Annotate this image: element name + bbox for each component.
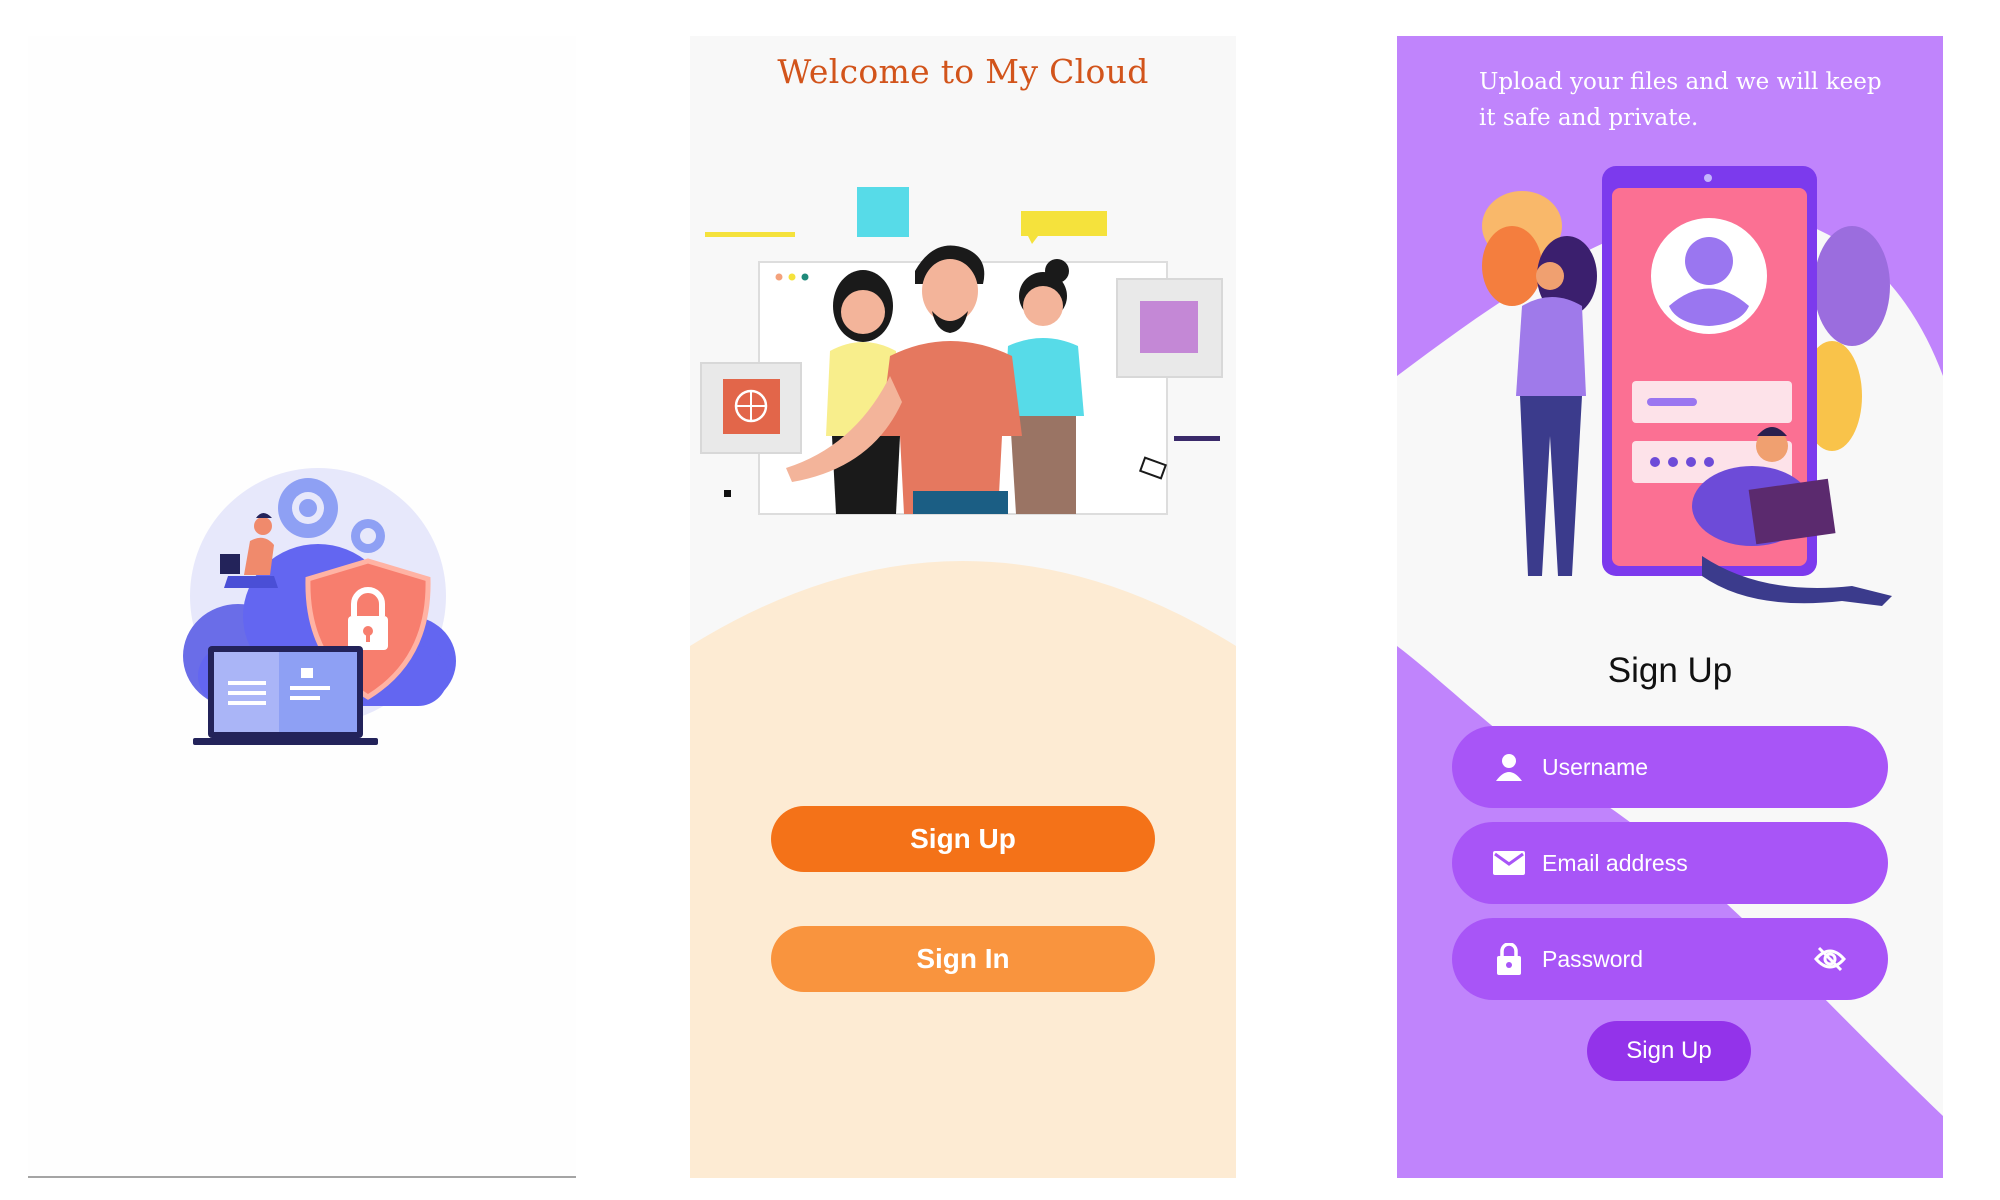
password-input[interactable] — [1542, 918, 1832, 1000]
gear-small-icon — [351, 519, 385, 553]
eye-off-icon[interactable] — [1812, 943, 1848, 975]
username-input[interactable] — [1542, 726, 1832, 808]
sign-in-button[interactable]: Sign In — [771, 926, 1155, 992]
splash-screen — [28, 36, 576, 1178]
page-title: Welcome to My Cloud — [777, 52, 1149, 91]
person-icon — [1492, 752, 1526, 782]
cloud-security-illustration — [183, 468, 456, 745]
email-field[interactable] — [1452, 822, 1888, 904]
sign-up-submit-button[interactable]: Sign Up — [1587, 1021, 1751, 1081]
page-title: Sign Up — [1607, 651, 1733, 690]
username-field[interactable] — [1452, 726, 1888, 808]
email-input[interactable] — [1542, 822, 1832, 904]
lock-icon — [1492, 943, 1526, 975]
globe-icon — [700, 362, 802, 454]
password-field[interactable] — [1452, 918, 1888, 1000]
sign-up-button[interactable]: Sign Up — [771, 806, 1155, 872]
tagline: Upload your files and we will keep it sa… — [1479, 69, 1882, 131]
gear-icon — [278, 478, 338, 538]
signup-screen: Upload your files and we will keep it sa… — [1397, 36, 1943, 1178]
team-illustration — [700, 187, 1223, 515]
divider — [28, 1176, 576, 1178]
phone-card-icon — [1116, 278, 1223, 378]
signup-illustration — [1482, 166, 1892, 606]
laptop-illustration — [193, 646, 378, 745]
mail-icon — [1492, 848, 1526, 878]
welcome-screen: Welcome to My Cloud Sign Up Sign In — [690, 36, 1236, 1178]
